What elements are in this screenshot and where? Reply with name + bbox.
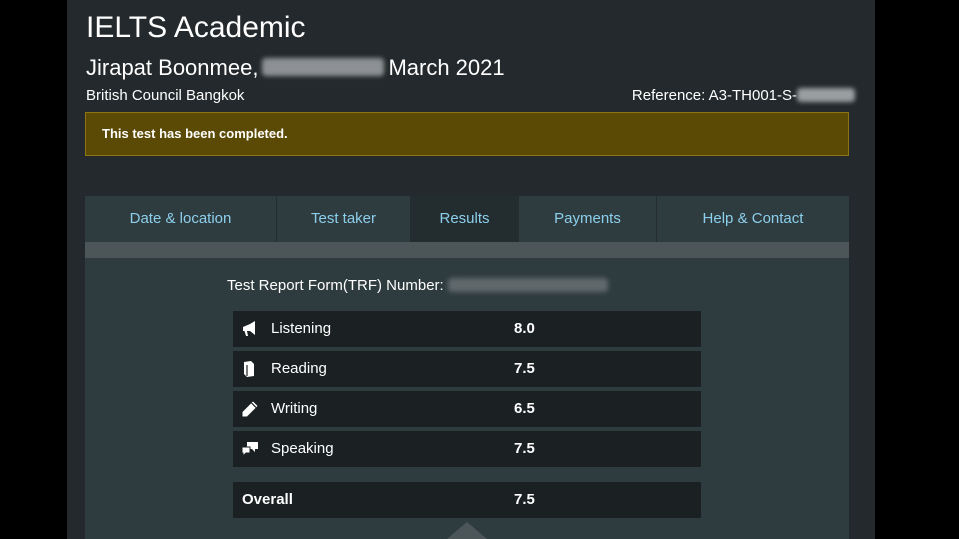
score-row-overall: Overall 7.5 xyxy=(233,482,701,518)
score-row-listening: Listening 8.0 xyxy=(233,311,701,347)
candidate-line: Jirapat Boonmee, March 2021 xyxy=(86,54,505,82)
reference: Reference: A3-TH001-S- xyxy=(632,86,855,106)
test-month-year: March 2021 xyxy=(388,55,505,80)
score-row-writing: Writing 6.5 xyxy=(233,391,701,427)
trf-label: Test Report Form(TRF) Number: xyxy=(227,277,444,294)
speech-bubbles-icon xyxy=(241,440,259,458)
overall-label: Overall xyxy=(242,491,293,508)
tab-results[interactable]: Results xyxy=(411,196,519,242)
tab-bar: Date & location Test taker Results Payme… xyxy=(85,196,849,242)
trf-number: Test Report Form(TRF) Number: xyxy=(227,276,608,296)
booking-panel: Date & location Test taker Results Payme… xyxy=(85,196,849,539)
score-label: Listening xyxy=(271,320,332,337)
megaphone-icon xyxy=(241,320,259,338)
score-value: 7.5 xyxy=(514,360,535,377)
score-label: Writing xyxy=(271,400,318,417)
test-centre: British Council Bangkok xyxy=(86,87,245,104)
booking-page: IELTS Academic Jirapat Boonmee, March 202… xyxy=(67,0,875,539)
completed-alert: This test has been completed. xyxy=(85,112,849,156)
tab-help-contact[interactable]: Help & Contact xyxy=(657,196,849,242)
book-icon xyxy=(241,360,259,378)
score-value: 8.0 xyxy=(514,320,535,337)
redacted-reference-number xyxy=(797,87,855,102)
score-row-reading: Reading 7.5 xyxy=(233,351,701,387)
pencil-icon xyxy=(241,400,259,418)
page-title: IELTS Academic xyxy=(86,11,306,44)
tab-payments[interactable]: Payments xyxy=(519,196,657,242)
score-row-speaking: Speaking 7.5 xyxy=(233,431,701,467)
candidate-name: Jirapat Boonmee, xyxy=(86,55,259,80)
score-value: 6.5 xyxy=(514,400,535,417)
score-label: Speaking xyxy=(271,440,334,457)
score-value: 7.5 xyxy=(514,440,535,457)
redacted-weekday-day xyxy=(262,58,385,77)
score-label: Reading xyxy=(271,360,327,377)
tab-divider-strip xyxy=(85,242,849,258)
overall-value: 7.5 xyxy=(514,491,535,508)
expand-caret-icon[interactable] xyxy=(447,522,487,539)
tab-test-taker[interactable]: Test taker xyxy=(277,196,411,242)
tab-date-location[interactable]: Date & location xyxy=(85,196,277,242)
redacted-trf-number xyxy=(447,277,608,292)
reference-label: Reference: A3-TH001-S- xyxy=(631,87,797,104)
